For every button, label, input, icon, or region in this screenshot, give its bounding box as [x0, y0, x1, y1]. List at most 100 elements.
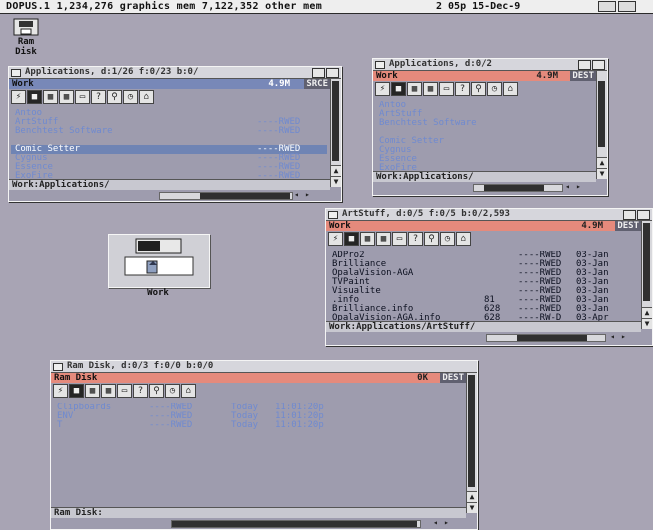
- file-list[interactable]: Antoo ArtStuff ----RWED Benchtest Software -…: [11, 109, 327, 185]
- clock-icon[interactable]: ◷: [123, 90, 138, 104]
- lightning-icon[interactable]: ⚡: [375, 82, 390, 96]
- disk-icon[interactable]: ■: [391, 82, 406, 96]
- window-title-bar[interactable]: Ram Disk, d:0/3 f:0/0 b:0/0: [51, 361, 477, 373]
- horizontal-scrollbar[interactable]: [473, 184, 563, 192]
- disk-icon[interactable]: ■: [69, 384, 84, 398]
- close-gadget-icon[interactable]: [328, 211, 338, 219]
- grid-icon[interactable]: ▦: [376, 232, 391, 246]
- lock-icon[interactable]: ⌂: [456, 232, 471, 246]
- scroll-left-arrow-icon[interactable]: ◂: [610, 332, 615, 342]
- magnify-icon[interactable]: ⚲: [424, 232, 439, 246]
- grid-icon[interactable]: ▦: [407, 82, 422, 96]
- grid-icon[interactable]: ▦: [360, 232, 375, 246]
- window-icon[interactable]: ▭: [117, 384, 132, 398]
- magnify-icon[interactable]: ⚲: [107, 90, 122, 104]
- grid-icon[interactable]: ▦: [101, 384, 116, 398]
- close-gadget-icon[interactable]: [375, 61, 385, 69]
- window-title-bar[interactable]: Applications, d:1/26 f:0/23 b:0/: [9, 67, 341, 79]
- scroll-down-arrow-icon[interactable]: ▼: [597, 168, 607, 179]
- window-icon[interactable]: ▭: [392, 232, 407, 246]
- horizontal-scrollbar[interactable]: [486, 334, 606, 342]
- scroll-right-arrow-icon[interactable]: ▸: [576, 182, 581, 192]
- depth-gadget-icon[interactable]: [592, 60, 605, 70]
- close-gadget-icon[interactable]: [11, 69, 21, 77]
- list-item[interactable]: Benchtest Software: [375, 119, 593, 128]
- horizontal-scrollbar[interactable]: [171, 520, 421, 528]
- applications-window-dest[interactable]: Applications, d:0/2 Work 4.9M DEST ⚡ ■ ▦…: [372, 58, 608, 196]
- scroll-thumb[interactable]: [332, 81, 339, 161]
- ram-disk-desktop-icon[interactable]: Ram Disk: [6, 18, 46, 57]
- disk-icon[interactable]: ■: [344, 232, 359, 246]
- scroll-up-arrow-icon[interactable]: ▲: [597, 157, 607, 168]
- file-list[interactable]: ADPro2 ----RWED 03-Jan Brilliance ----RWED 03…: [328, 251, 638, 327]
- question-icon[interactable]: ?: [408, 232, 423, 246]
- lock-icon[interactable]: ⌂: [139, 90, 154, 104]
- artstuff-window[interactable]: ArtStuff, d:0/5 f:0/5 b:0/2,593 Work 4.9…: [325, 208, 653, 346]
- scroll-down-arrow-icon[interactable]: ▼: [467, 502, 477, 513]
- scroll-right-arrow-icon[interactable]: ▸: [305, 190, 310, 200]
- clock-icon[interactable]: ◷: [440, 232, 455, 246]
- depth-gadget-icon[interactable]: [598, 1, 616, 12]
- close-gadget-icon[interactable]: [53, 363, 63, 371]
- scroll-thumb[interactable]: [468, 375, 475, 487]
- scroll-up-arrow-icon[interactable]: ▲: [467, 491, 477, 502]
- horizontal-scrollbar[interactable]: [159, 192, 293, 200]
- scroll-left-arrow-icon[interactable]: ◂: [433, 518, 438, 528]
- grid-icon[interactable]: ▦: [423, 82, 438, 96]
- window-title-bar[interactable]: Applications, d:0/2: [373, 59, 607, 71]
- zoom-gadget-icon[interactable]: [623, 210, 636, 220]
- grid-icon[interactable]: ▦: [43, 90, 58, 104]
- clock-icon[interactable]: ◷: [165, 384, 180, 398]
- h-scroll-thumb[interactable]: [172, 521, 417, 527]
- scroll-right-arrow-icon[interactable]: ▸: [444, 518, 449, 528]
- magnify-icon[interactable]: ⚲: [149, 384, 164, 398]
- list-item[interactable]: ENV ----RWED Today 11:01:20p: [53, 412, 463, 421]
- window-icon[interactable]: ▭: [75, 90, 90, 104]
- magnify-icon[interactable]: ⚲: [471, 82, 486, 96]
- ram-disk-window[interactable]: Ram Disk, d:0/3 f:0/0 b:0/0 Ram Disk 0K …: [50, 360, 478, 530]
- zoom-gadget-icon[interactable]: [578, 60, 591, 70]
- scroll-up-arrow-icon[interactable]: ▲: [331, 165, 341, 176]
- scroll-down-arrow-icon[interactable]: ▼: [642, 318, 652, 329]
- scroll-thumb[interactable]: [598, 81, 605, 147]
- window-icon[interactable]: ▭: [439, 82, 454, 96]
- h-scroll-thumb[interactable]: [517, 335, 587, 341]
- zoom-gadget-icon[interactable]: [312, 68, 325, 78]
- question-icon[interactable]: ?: [133, 384, 148, 398]
- lock-icon[interactable]: ⌂: [503, 82, 518, 96]
- vertical-scrollbar[interactable]: ▲ ▼: [330, 79, 341, 187]
- depth-gadget-icon[interactable]: [618, 1, 636, 12]
- vertical-scrollbar[interactable]: ▲ ▼: [641, 221, 652, 329]
- vertical-scrollbar[interactable]: ▲ ▼: [596, 71, 607, 179]
- question-icon[interactable]: ?: [91, 90, 106, 104]
- scroll-left-arrow-icon[interactable]: ◂: [565, 182, 570, 192]
- disk-icon[interactable]: ■: [27, 90, 42, 104]
- window-title: Applications, d:1/26 f:0/23 b:0/: [25, 67, 199, 77]
- list-item[interactable]: Benchtest Software ----RWED: [11, 127, 327, 136]
- question-icon[interactable]: ?: [455, 82, 470, 96]
- grid-icon[interactable]: ▦: [85, 384, 100, 398]
- scroll-up-arrow-icon[interactable]: ▲: [642, 307, 652, 318]
- depth-gadget-icon[interactable]: [637, 210, 650, 220]
- lightning-icon[interactable]: ⚡: [53, 384, 68, 398]
- file-list[interactable]: Antoo ArtStuff Benchtest Software Comic Set…: [375, 101, 593, 177]
- depth-gadget-icon[interactable]: [326, 68, 339, 78]
- grid-icon[interactable]: ▦: [59, 90, 74, 104]
- vertical-scrollbar[interactable]: ▲ ▼: [466, 373, 477, 513]
- list-item[interactable]: T ----RWED Today 11:01:20p: [53, 421, 463, 430]
- h-scroll-thumb[interactable]: [200, 193, 290, 199]
- lock-icon[interactable]: ⌂: [181, 384, 196, 398]
- clock-icon[interactable]: ◷: [487, 82, 502, 96]
- window-title-bar[interactable]: ArtStuff, d:0/5 f:0/5 b:0/2,593: [326, 209, 652, 221]
- scroll-down-arrow-icon[interactable]: ▼: [331, 176, 341, 187]
- lightning-icon[interactable]: ⚡: [11, 90, 26, 104]
- work-desktop-icon[interactable]: [108, 234, 210, 288]
- scroll-thumb[interactable]: [643, 223, 650, 301]
- lightning-icon[interactable]: ⚡: [328, 232, 343, 246]
- scroll-right-arrow-icon[interactable]: ▸: [621, 332, 626, 342]
- h-scroll-thumb[interactable]: [484, 185, 544, 191]
- list-item[interactable]: Clipboards ----RWED Today 11:01:20p: [53, 403, 463, 412]
- file-list[interactable]: Clipboards ----RWED Today 11:01:20p ENV ----R…: [53, 403, 463, 503]
- applications-window-source[interactable]: Applications, d:1/26 f:0/23 b:0/ Work 4.…: [8, 66, 342, 202]
- scroll-left-arrow-icon[interactable]: ◂: [294, 190, 299, 200]
